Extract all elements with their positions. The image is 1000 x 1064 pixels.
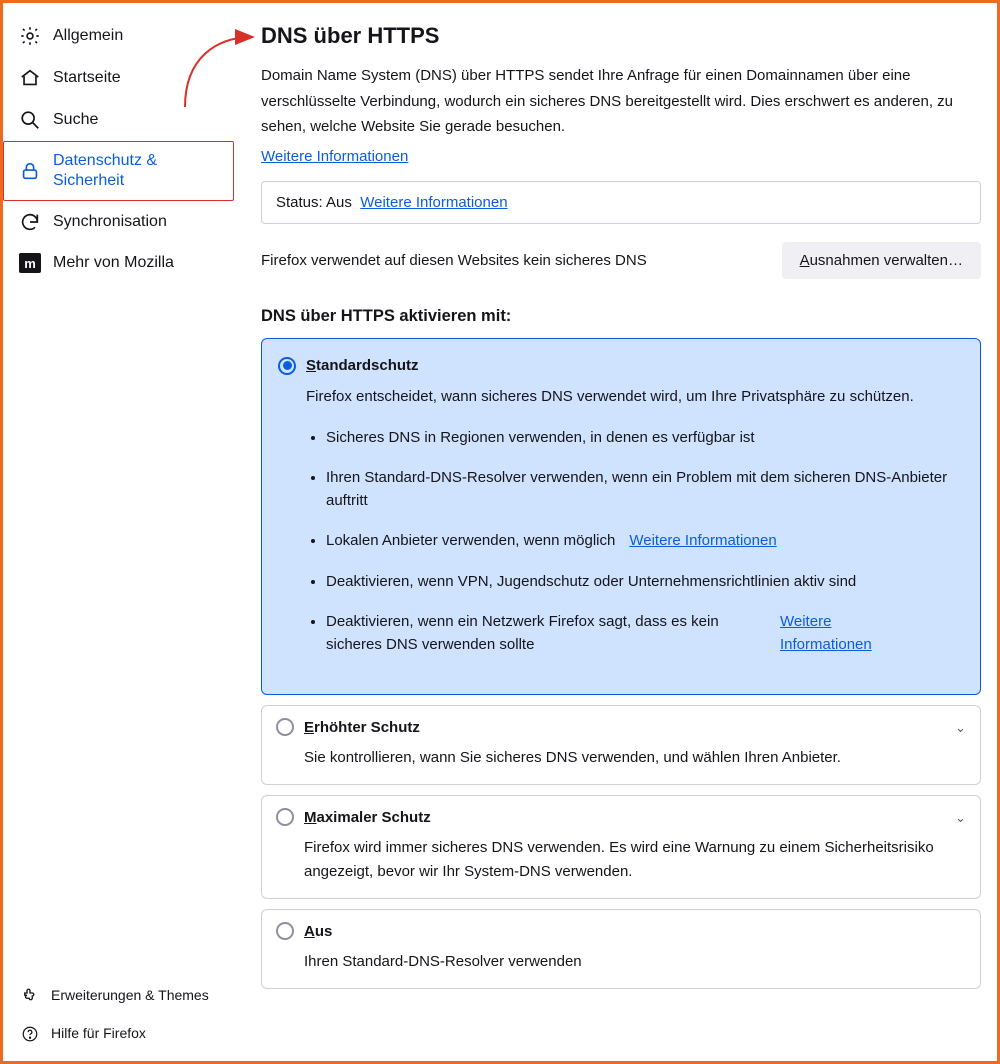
sidebar-item-extensions[interactable]: Erweiterungen & Themes (3, 977, 233, 1015)
puzzle-icon (19, 985, 41, 1007)
sidebar-item-more-mozilla[interactable]: m Mehr von Mozilla (3, 243, 233, 283)
option-title: Erhöhter Schutz (304, 719, 420, 736)
sidebar-item-sync[interactable]: Synchronisation (3, 201, 233, 243)
home-icon (19, 67, 41, 89)
section-title: DNS über HTTPS (261, 23, 981, 49)
chevron-down-icon: ⌄ (955, 720, 966, 736)
bullet-item: Ihren Standard-DNS-Resolver verwenden, w… (326, 467, 962, 512)
sidebar-item-help[interactable]: Hilfe für Firefox (3, 1015, 233, 1053)
option-max[interactable]: ⌄ Maximaler Schutz Firefox wird immer si… (261, 795, 981, 899)
sidebar-item-label: Hilfe für Firefox (51, 1025, 221, 1043)
sidebar-item-label: Datenschutz & Sicherheit (53, 151, 222, 191)
help-icon (19, 1023, 41, 1045)
option-increased[interactable]: ⌄ Erhöhter Schutz Sie kontrollieren, wan… (261, 705, 981, 785)
lock-icon (19, 160, 41, 182)
sidebar-item-home[interactable]: Startseite (3, 57, 233, 99)
status-learn-more-link[interactable]: Weitere Informationen (360, 194, 507, 211)
sidebar-item-label: Allgemein (53, 26, 221, 46)
bullet-item: Deaktivieren, wenn ein Netzwerk Firefox … (326, 611, 962, 656)
bullet-item: Sicheres DNS in Regionen verwenden, in d… (326, 427, 962, 450)
bullet-item: Lokalen Anbieter verwenden, wenn möglich… (326, 530, 962, 553)
search-icon (19, 109, 41, 131)
no-secure-dns-text: Firefox verwendet auf diesen Websites ke… (261, 252, 647, 269)
sidebar-item-label: Mehr von Mozilla (53, 253, 221, 273)
learn-more-link[interactable]: Weitere Informationen (629, 530, 776, 553)
sidebar-item-general[interactable]: Allgemein (3, 15, 233, 57)
sidebar-item-label: Erweiterungen & Themes (51, 987, 221, 1005)
status-box: Status: Aus Weitere Informationen (261, 181, 981, 224)
sidebar-item-privacy-security[interactable]: Datenschutz & Sicherheit (3, 141, 234, 201)
sidebar-item-label: Startseite (53, 68, 221, 88)
option-description: Firefox entscheidet, wann sicheres DNS v… (306, 385, 962, 409)
option-off[interactable]: Aus Ihren Standard-DNS-Resolver verwende… (261, 909, 981, 989)
chevron-down-icon: ⌄ (955, 810, 966, 826)
bullet-item: Deaktivieren, wenn VPN, Jugendschutz ode… (326, 571, 962, 594)
section-description: Domain Name System (DNS) über HTTPS send… (261, 63, 981, 140)
option-description: Sie kontrollieren, wann Sie sicheres DNS… (304, 746, 964, 770)
mozilla-icon: m (19, 253, 41, 273)
radio-standard[interactable] (278, 357, 296, 375)
radio-max[interactable] (276, 808, 294, 826)
option-standard[interactable]: Standardschutz Firefox entscheidet, wann… (261, 338, 981, 696)
option-title: Maximaler Schutz (304, 809, 431, 826)
option-description: Firefox wird immer sicheres DNS verwende… (304, 836, 964, 884)
radio-increased[interactable] (276, 718, 294, 736)
status-value: Aus (326, 194, 352, 211)
learn-more-link[interactable]: Weitere Informationen (261, 148, 408, 165)
radio-off[interactable] (276, 922, 294, 940)
activate-heading: DNS über HTTPS aktivieren mit: (261, 307, 981, 326)
sidebar-item-search[interactable]: Suche (3, 99, 233, 141)
status-label: Status: (276, 194, 323, 211)
sidebar-item-label: Suche (53, 110, 221, 130)
manage-exceptions-button[interactable]: Ausnahmen verwalten… (782, 242, 981, 279)
sidebar-item-label: Synchronisation (53, 212, 221, 232)
gear-icon (19, 25, 41, 47)
sync-icon (19, 211, 41, 233)
learn-more-link[interactable]: Weitere Informationen (780, 611, 900, 656)
option-title: Standardschutz (306, 357, 419, 374)
option-description: Ihren Standard-DNS-Resolver verwenden (304, 950, 964, 974)
option-title: Aus (304, 923, 332, 940)
